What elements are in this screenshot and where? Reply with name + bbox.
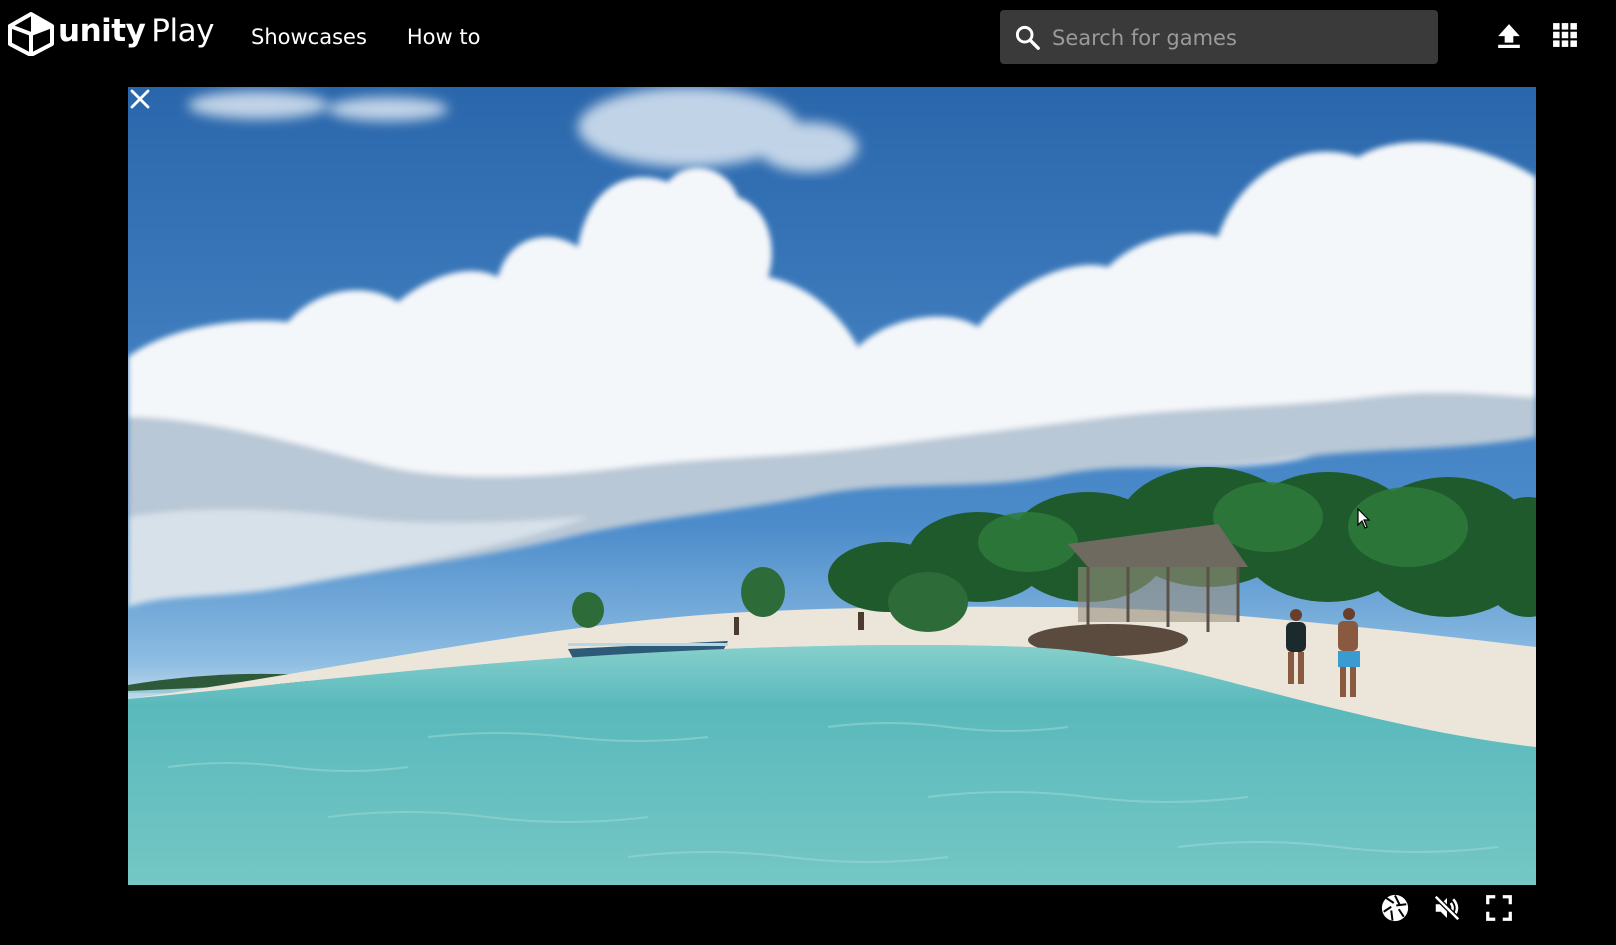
player-controls <box>1370 893 1540 925</box>
apps-grid-icon[interactable] <box>1552 22 1578 48</box>
screenshot-aperture-icon[interactable] <box>1380 893 1410 923</box>
game-canvas[interactable] <box>128 87 1536 885</box>
fullscreen-icon[interactable] <box>1484 893 1514 923</box>
unity-play-logo[interactable]: unity Play <box>8 12 214 56</box>
upload-icon[interactable] <box>1496 22 1522 48</box>
mouse-cursor-icon <box>1357 508 1371 529</box>
nav-how-to[interactable]: How to <box>407 20 481 54</box>
search-icon <box>1015 25 1040 50</box>
top-bar: unity Play Showcases How to <box>0 0 1616 78</box>
logo-text-suffix: Play <box>151 12 214 49</box>
search-input[interactable] <box>1050 10 1432 66</box>
nav-showcases[interactable]: Showcases <box>251 20 367 54</box>
mute-icon[interactable] <box>1432 893 1462 923</box>
main-nav: Showcases How to <box>251 20 480 54</box>
logo-text: unity <box>58 12 146 49</box>
beach-scene <box>128 87 1536 885</box>
close-icon[interactable] <box>128 87 152 111</box>
search-box[interactable] <box>1000 10 1438 66</box>
unity-logo-icon <box>8 12 54 56</box>
